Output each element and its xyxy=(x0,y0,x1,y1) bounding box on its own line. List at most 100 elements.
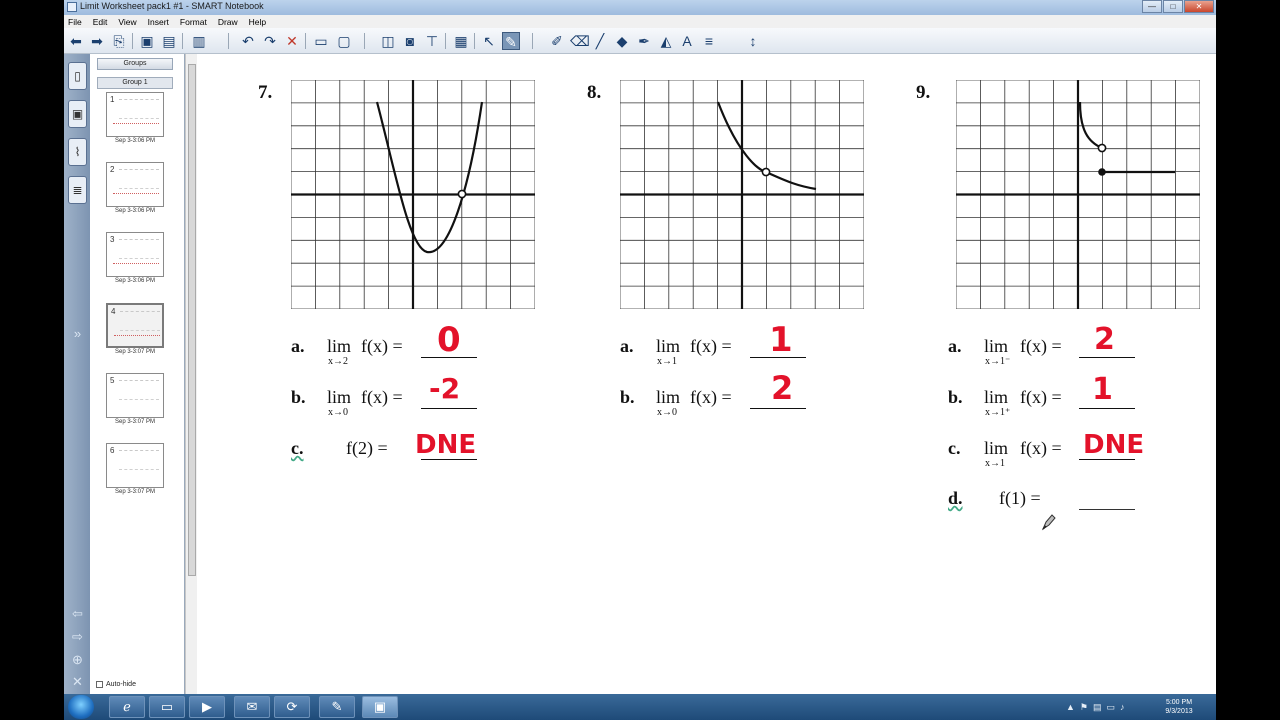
page-number: 5 xyxy=(110,376,115,385)
redo-icon[interactable]: ↷ xyxy=(261,32,279,50)
smart-notebook-taskbar-icon[interactable]: ▣ xyxy=(362,696,398,718)
handwritten-answer: -2 xyxy=(429,372,461,405)
document-camera-icon[interactable]: ⊤ xyxy=(423,32,441,50)
scrollbar-thumb[interactable] xyxy=(188,64,196,576)
open-circle-point xyxy=(761,167,771,177)
magic-pen-icon[interactable]: ✒ xyxy=(635,32,653,50)
page-thumbnail[interactable]: 3 xyxy=(106,232,164,277)
auto-hide-checkbox[interactable] xyxy=(96,681,103,688)
menu-format[interactable]: Format xyxy=(180,17,207,27)
limit-expression: f(x) = xyxy=(361,387,403,407)
page-number: 1 xyxy=(110,95,115,104)
shapes-icon[interactable]: ◆ xyxy=(613,32,631,50)
auto-hide-toggle[interactable]: Auto-hide xyxy=(96,681,136,688)
open-circle-point xyxy=(457,189,467,199)
page-thumbnail[interactable]: 1 xyxy=(106,92,164,137)
menu-file[interactable]: File xyxy=(68,17,82,27)
page-sorter-tab-icon[interactable]: ▯ xyxy=(68,62,87,90)
lim-word: lim xyxy=(327,387,352,407)
lim-subscript: x→0 xyxy=(328,407,348,418)
back-arrow-icon[interactable]: ⬅ xyxy=(67,32,85,50)
value-expression: f(1) = xyxy=(999,488,1041,508)
page-thumbnail-active[interactable]: 4 xyxy=(106,303,164,348)
internet-explorer-icon[interactable]: ℯ xyxy=(109,696,145,718)
page-thumbnail[interactable]: 5 xyxy=(106,373,164,418)
pen-tool-icon[interactable]: ✎ xyxy=(502,32,520,50)
undo-icon[interactable]: ↶ xyxy=(239,32,257,50)
start-button[interactable] xyxy=(68,695,94,719)
attachments-tab-icon[interactable]: ⌇ xyxy=(68,138,87,166)
properties-tab-icon[interactable]: ≣ xyxy=(68,176,87,204)
previous-page-icon[interactable]: ⇦ xyxy=(68,606,87,622)
groups-button[interactable]: Groups xyxy=(97,58,173,70)
maximize-button[interactable]: □ xyxy=(1163,0,1183,13)
next-page-icon[interactable]: ⇨ xyxy=(68,629,87,645)
display-icon[interactable]: ◫ xyxy=(379,32,397,50)
clock[interactable]: 5:00 PM 9/3/2013 xyxy=(1156,698,1202,716)
notebook-taskbar-icon[interactable]: ✎ xyxy=(319,696,355,718)
page-date: Sep 3-3:07 PM xyxy=(114,489,156,495)
select-pointer-icon[interactable]: ↖ xyxy=(480,32,498,50)
lim-subscript: x→2 xyxy=(328,356,348,367)
tray-arrow-icon[interactable]: ▲ xyxy=(1066,702,1075,712)
page-thumbnail[interactable]: 2 xyxy=(106,162,164,207)
limit-expression: f(x) = xyxy=(361,336,403,356)
open-folder-icon[interactable]: ▣ xyxy=(138,32,156,50)
text-tool-icon[interactable]: A xyxy=(678,32,696,50)
graph-problem-7 xyxy=(291,80,535,309)
line-tool-icon[interactable]: ╱ xyxy=(591,32,609,50)
sorter-scrollbar[interactable] xyxy=(185,54,197,694)
clock-time: 5:00 PM xyxy=(1165,699,1193,706)
page-number: 3 xyxy=(110,235,115,244)
flag-icon[interactable]: ⚑ xyxy=(1080,702,1088,713)
capture-icon[interactable]: ◙ xyxy=(401,32,419,50)
window-title: Limit Worksheet pack1 #1 - SMART Noteboo… xyxy=(80,1,264,11)
add-page-side-icon[interactable]: ⊕ xyxy=(68,652,87,668)
open-circle-point xyxy=(1097,143,1107,153)
eraser-icon[interactable]: ⌫ xyxy=(570,32,590,50)
page-date: Sep 3-3:06 PM xyxy=(114,208,156,214)
outlook-icon[interactable]: ✉ xyxy=(234,696,270,718)
gallery-tab-icon[interactable]: ▣ xyxy=(68,100,87,128)
forward-arrow-icon[interactable]: ➡ xyxy=(88,32,106,50)
menu-view[interactable]: View xyxy=(118,17,136,27)
add-page-icon[interactable]: ⎘ xyxy=(110,32,128,50)
move-toolbar-icon[interactable]: ↕ xyxy=(744,32,762,50)
lim-subscript: x→0 xyxy=(657,407,677,418)
display-tray-icon[interactable]: ▭ xyxy=(1107,702,1116,713)
menu-edit[interactable]: Edit xyxy=(93,17,108,27)
page-thumbnail[interactable]: 6 xyxy=(106,443,164,488)
fill-icon[interactable]: ◭ xyxy=(657,32,675,50)
delete-icon[interactable]: ✕ xyxy=(283,32,301,50)
minimize-button[interactable]: — xyxy=(1142,0,1162,13)
handwritten-answer: 2 xyxy=(771,369,794,407)
notebook-page[interactable]: 7. a. lim x→2 f(x) = 0 b. lim x→0 f(x) =… xyxy=(197,54,1216,694)
close-button[interactable]: ✕ xyxy=(1184,0,1214,13)
properties-icon[interactable]: ≡ xyxy=(700,32,718,50)
limit-expression: f(x) = xyxy=(690,387,732,407)
graph-problem-8 xyxy=(620,80,864,309)
screen-shade-icon[interactable]: ▭ xyxy=(312,32,330,50)
group-header[interactable]: Group 1 xyxy=(97,77,173,89)
volume-icon[interactable]: ♪ xyxy=(1120,702,1125,712)
network-icon[interactable]: ▤ xyxy=(1093,702,1102,713)
lim-subscript: x→1⁻ xyxy=(985,356,1011,367)
delete-page-icon[interactable]: ✕ xyxy=(68,674,87,690)
file-explorer-icon[interactable]: ▭ xyxy=(149,696,185,718)
menu-help[interactable]: Help xyxy=(249,17,266,27)
clock-date: 9/3/2013 xyxy=(1165,708,1193,715)
lim-subscript: x→1⁺ xyxy=(985,407,1011,418)
creative-pen-icon[interactable]: ✐ xyxy=(548,32,566,50)
menu-insert[interactable]: Insert xyxy=(148,17,169,27)
table-icon[interactable]: ▦ xyxy=(452,32,470,50)
expand-panel-icon[interactable]: » xyxy=(68,326,87,342)
app-icon[interactable]: ⟳ xyxy=(274,696,310,718)
menu-draw[interactable]: Draw xyxy=(218,17,238,27)
full-screen-icon[interactable]: ▢ xyxy=(335,32,353,50)
media-player-icon[interactable]: ▶ xyxy=(189,696,225,718)
answer-blank xyxy=(1079,357,1135,358)
limit-expression: f(x) = xyxy=(690,336,732,356)
paste-icon[interactable]: ▥ xyxy=(190,32,208,50)
answer-blank xyxy=(1079,408,1135,409)
save-icon[interactable]: ▤ xyxy=(160,32,178,50)
